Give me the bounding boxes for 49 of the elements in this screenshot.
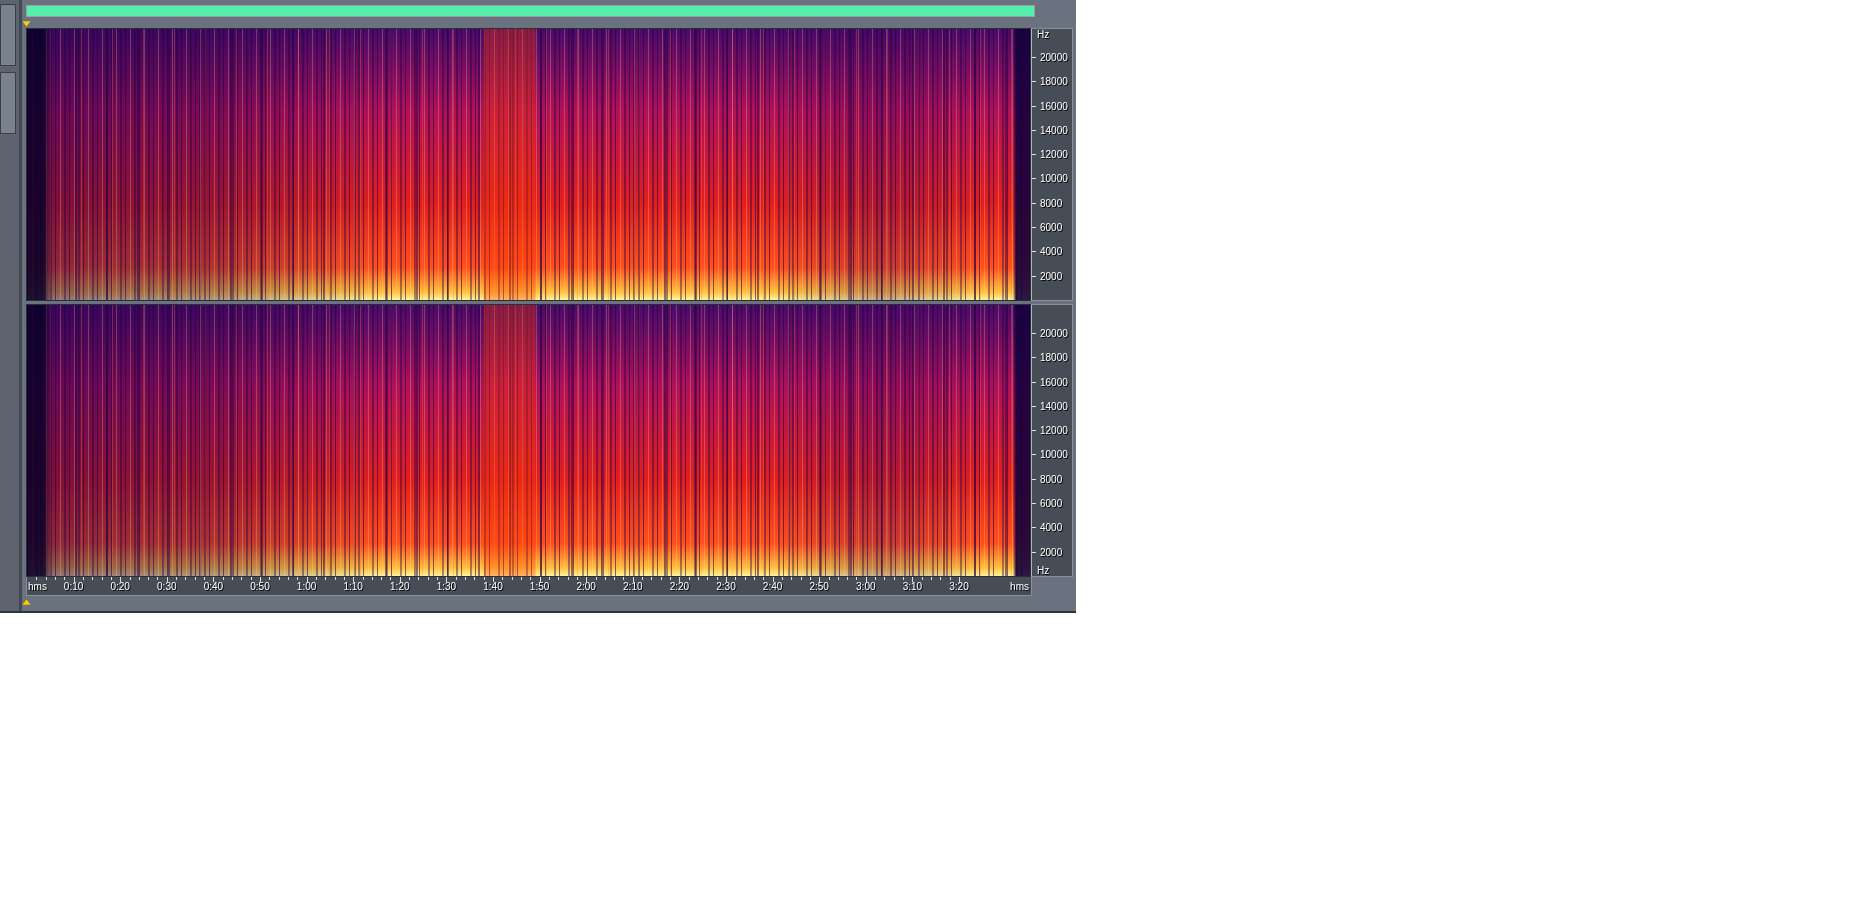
frequency-label: 18000 — [1040, 351, 1068, 363]
frequency-label: 18000 — [1040, 75, 1068, 87]
frequency-label: 14000 — [1040, 400, 1068, 412]
frequency-label: 2000 — [1040, 270, 1063, 282]
frequency-label: 12000 — [1040, 424, 1068, 436]
frequency-label: 12000 — [1040, 148, 1068, 160]
frequency-label: 10000 — [1040, 172, 1068, 184]
unit-label: hms — [28, 581, 47, 592]
unit-label: hms — [1010, 581, 1029, 592]
overview-bar[interactable] — [26, 5, 1035, 17]
marker-icon[interactable] — [22, 599, 31, 605]
frequency-label: 2000 — [1040, 546, 1063, 558]
time-label: 3:10 — [902, 581, 923, 592]
time-label: 2:40 — [762, 581, 783, 592]
time-label: 0:50 — [250, 581, 270, 592]
time-label: 1:50 — [529, 581, 550, 592]
time-label: 2:10 — [623, 581, 643, 592]
time-label: 1:10 — [343, 581, 363, 592]
time-label: 1:20 — [390, 581, 410, 592]
time-label: 2:50 — [809, 581, 829, 592]
time-label: 1:40 — [483, 581, 503, 592]
frequency-label: 8000 — [1040, 473, 1063, 485]
frequency-label: 14000 — [1040, 124, 1068, 136]
unit-label: Hz — [1037, 29, 1050, 40]
time-label: 3:20 — [949, 581, 969, 592]
unit-label: Hz — [1037, 565, 1050, 576]
frequency-label: 16000 — [1040, 100, 1068, 112]
time-label: 2:30 — [716, 581, 736, 592]
frequency-label: 16000 — [1040, 376, 1068, 388]
side-panel — [0, 72, 16, 134]
frequency-label: 20000 — [1040, 51, 1068, 63]
time-label: 1:30 — [436, 581, 457, 592]
frequency-label: 8000 — [1040, 197, 1063, 209]
time-label: 0:40 — [203, 581, 224, 592]
frequency-label: 6000 — [1040, 497, 1063, 509]
time-label: 2:00 — [576, 581, 596, 592]
time-label: 0:20 — [110, 581, 130, 592]
time-label: 0:10 — [63, 581, 84, 592]
frequency-label: 10000 — [1040, 448, 1068, 460]
frequency-label: 4000 — [1040, 245, 1063, 257]
time-label: 2:20 — [669, 581, 690, 592]
frequency-label: 20000 — [1040, 327, 1068, 339]
marker-icon[interactable] — [22, 21, 31, 27]
frequency-label: 6000 — [1040, 221, 1063, 233]
time-label: 0:30 — [157, 581, 177, 592]
side-panel — [0, 4, 16, 66]
time-label: 1:00 — [296, 581, 317, 592]
frequency-label: 4000 — [1040, 521, 1063, 533]
time-label: 3:00 — [856, 581, 876, 592]
